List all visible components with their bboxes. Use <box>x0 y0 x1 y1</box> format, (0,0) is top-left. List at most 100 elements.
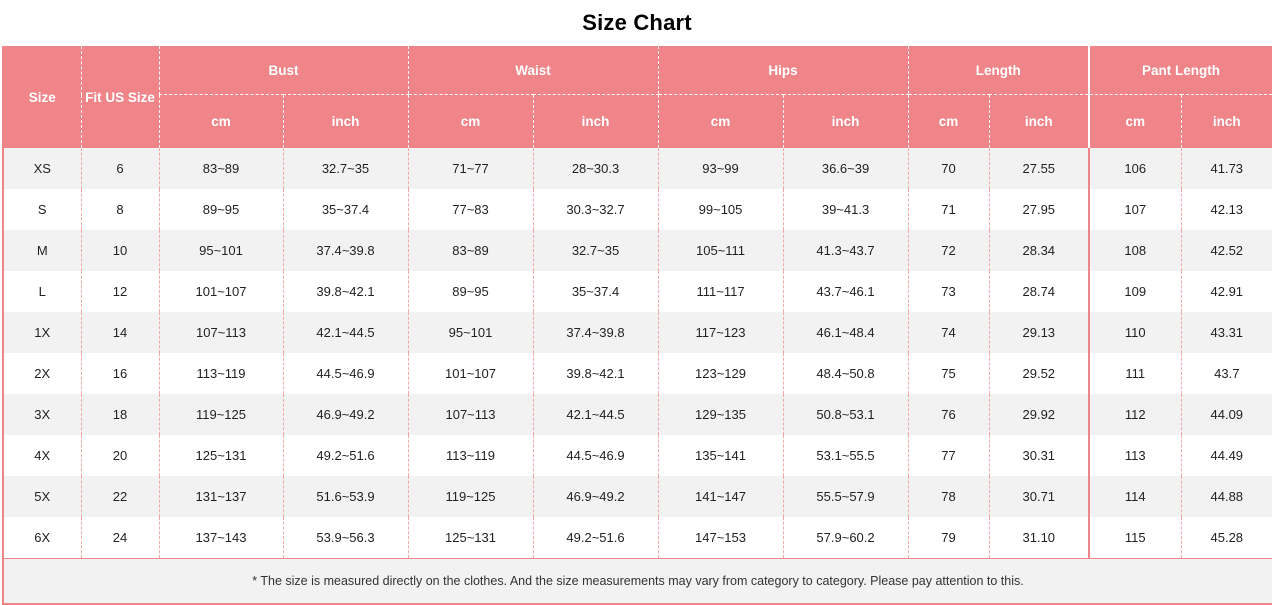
cell-pant-length-inch: 45.28 <box>1180 517 1273 559</box>
cell-hips-cm: 129~135 <box>657 394 784 435</box>
cell-fit-us-size: 14 <box>80 312 159 353</box>
cell-pant-length-cm: 111 <box>1088 353 1182 394</box>
cell-waist-cm: 119~125 <box>407 476 533 517</box>
cell-bust-cm: 119~125 <box>158 394 283 435</box>
cell-size: 1X <box>4 312 81 353</box>
cell-waist-inch: 28~30.3 <box>532 148 659 189</box>
cell-waist-inch: 32.7~35 <box>532 230 659 271</box>
cell-hips-inch: 53.1~55.5 <box>782 435 909 476</box>
cell-length-cm: 78 <box>907 476 990 517</box>
cell-length-inch: 27.55 <box>988 148 1090 189</box>
cell-length-cm: 71 <box>907 189 990 230</box>
header-fit-us-size: Fit US Size <box>80 46 159 148</box>
header-pant-length-cm: cm <box>1088 94 1182 148</box>
table-row: S 8 89~95 35~37.4 77~83 30.3~32.7 99~105 39~41.… <box>4 189 1273 230</box>
cell-length-inch: 29.13 <box>988 312 1090 353</box>
cell-length-cm: 74 <box>907 312 990 353</box>
cell-size: S <box>4 189 81 230</box>
header-waist: Waist <box>407 46 659 95</box>
header-hips: Hips <box>657 46 909 95</box>
cell-bust-inch: 44.5~46.9 <box>282 353 408 394</box>
table-footer: * The size is measured directly on the c… <box>4 558 1273 603</box>
cell-hips-inch: 43.7~46.1 <box>782 271 909 312</box>
header-hips-inch: inch <box>782 94 909 148</box>
cell-pant-length-inch: 41.73 <box>1180 148 1273 189</box>
table-row: 5X 22 131~137 51.6~53.9 119~125 46.9~49.2 141~… <box>4 476 1273 517</box>
size-table-container: Size Fit US Size Bust Waist Hips Length … <box>2 46 1273 603</box>
cell-length-inch: 29.92 <box>988 394 1090 435</box>
cell-hips-inch: 55.5~57.9 <box>782 476 909 517</box>
header-group-row: Size Fit US Size Bust Waist Hips Length … <box>4 46 1273 148</box>
cell-hips-cm: 111~117 <box>657 271 784 312</box>
cell-length-cm: 76 <box>907 394 990 435</box>
cell-waist-cm: 89~95 <box>407 271 533 312</box>
header-size: Size <box>4 46 81 148</box>
size-chart-page: Size Chart Size Fit US Size Bust Waist H… <box>0 0 1274 605</box>
cell-hips-inch: 48.4~50.8 <box>782 353 909 394</box>
cell-hips-cm: 99~105 <box>657 189 784 230</box>
footer-note-row: * The size is measured directly on the c… <box>4 558 1273 603</box>
cell-pant-length-inch: 43.31 <box>1180 312 1273 353</box>
cell-hips-cm: 141~147 <box>657 476 784 517</box>
cell-fit-us-size: 20 <box>80 435 159 476</box>
cell-bust-inch: 37.4~39.8 <box>282 230 408 271</box>
cell-waist-inch: 42.1~44.5 <box>532 394 659 435</box>
cell-waist-cm: 107~113 <box>407 394 533 435</box>
cell-length-inch: 28.34 <box>988 230 1090 271</box>
cell-size: M <box>4 230 81 271</box>
cell-bust-inch: 39.8~42.1 <box>282 271 408 312</box>
cell-waist-cm: 83~89 <box>407 230 533 271</box>
size-chart-table: Size Fit US Size Bust Waist Hips Length … <box>4 46 1273 603</box>
cell-bust-cm: 131~137 <box>158 476 283 517</box>
cell-size: XS <box>4 148 81 189</box>
cell-pant-length-inch: 43.7 <box>1180 353 1273 394</box>
cell-hips-inch: 46.1~48.4 <box>782 312 909 353</box>
table-body: XS 6 83~89 32.7~35 71~77 28~30.3 93~99 36.6~39 7… <box>4 148 1273 559</box>
cell-pant-length-cm: 115 <box>1088 517 1182 559</box>
cell-hips-inch: 57.9~60.2 <box>782 517 909 559</box>
cell-pant-length-inch: 44.88 <box>1180 476 1273 517</box>
cell-waist-inch: 39.8~42.1 <box>532 353 659 394</box>
cell-size: 3X <box>4 394 81 435</box>
cell-waist-inch: 44.5~46.9 <box>532 435 659 476</box>
cell-waist-cm: 101~107 <box>407 353 533 394</box>
cell-pant-length-cm: 110 <box>1088 312 1182 353</box>
header-length-cm: cm <box>907 94 990 148</box>
cell-length-inch: 30.71 <box>988 476 1090 517</box>
table-row: 4X 20 125~131 49.2~51.6 113~119 44.5~46.9 135~… <box>4 435 1273 476</box>
cell-pant-length-cm: 113 <box>1088 435 1182 476</box>
cell-pant-length-cm: 114 <box>1088 476 1182 517</box>
cell-length-cm: 72 <box>907 230 990 271</box>
cell-bust-inch: 49.2~51.6 <box>282 435 408 476</box>
cell-waist-cm: 113~119 <box>407 435 533 476</box>
cell-bust-inch: 46.9~49.2 <box>282 394 408 435</box>
header-pant-length-inch: inch <box>1180 94 1273 148</box>
page-title: Size Chart <box>582 10 692 35</box>
cell-waist-inch: 46.9~49.2 <box>532 476 659 517</box>
cell-bust-cm: 137~143 <box>158 517 283 559</box>
cell-pant-length-cm: 107 <box>1088 189 1182 230</box>
cell-length-inch: 27.95 <box>988 189 1090 230</box>
cell-pant-length-inch: 44.49 <box>1180 435 1273 476</box>
cell-pant-length-cm: 112 <box>1088 394 1182 435</box>
cell-fit-us-size: 10 <box>80 230 159 271</box>
cell-hips-cm: 117~123 <box>657 312 784 353</box>
cell-pant-length-inch: 42.13 <box>1180 189 1273 230</box>
cell-length-cm: 79 <box>907 517 990 559</box>
cell-size: 4X <box>4 435 81 476</box>
cell-waist-inch: 30.3~32.7 <box>532 189 659 230</box>
cell-bust-cm: 101~107 <box>158 271 283 312</box>
cell-length-cm: 73 <box>907 271 990 312</box>
cell-fit-us-size: 16 <box>80 353 159 394</box>
cell-bust-cm: 113~119 <box>158 353 283 394</box>
cell-bust-inch: 51.6~53.9 <box>282 476 408 517</box>
cell-pant-length-cm: 109 <box>1088 271 1182 312</box>
cell-fit-us-size: 6 <box>80 148 159 189</box>
cell-fit-us-size: 24 <box>80 517 159 559</box>
cell-length-inch: 30.31 <box>988 435 1090 476</box>
cell-pant-length-cm: 108 <box>1088 230 1182 271</box>
cell-length-inch: 31.10 <box>988 517 1090 559</box>
cell-hips-cm: 105~111 <box>657 230 784 271</box>
table-header: Size Fit US Size Bust Waist Hips Length … <box>4 46 1273 148</box>
cell-fit-us-size: 12 <box>80 271 159 312</box>
